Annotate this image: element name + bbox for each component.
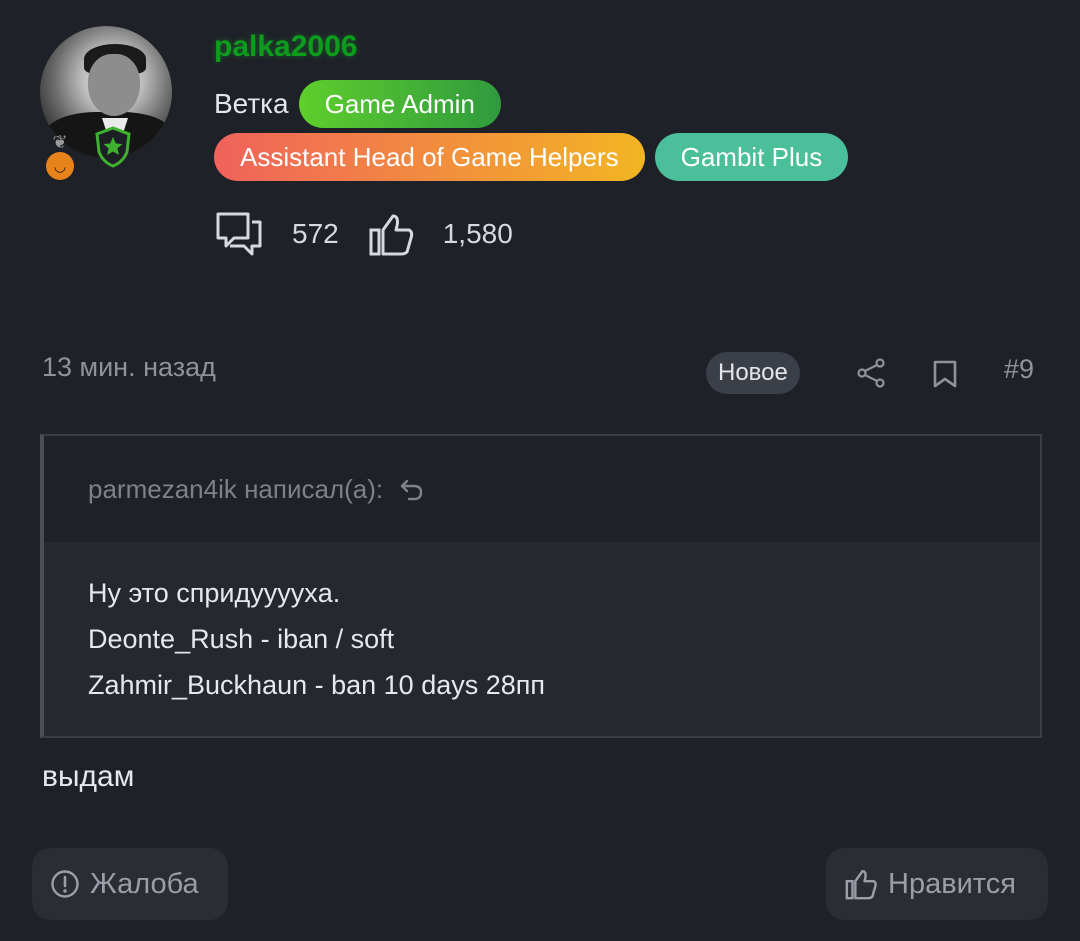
quote-line: Deonte_Rush - iban / soft bbox=[88, 624, 395, 654]
quote-author[interactable]: parmezan4ik написал(а): bbox=[88, 474, 383, 505]
ribbon-icon: ❦ bbox=[52, 132, 68, 152]
branch-label: Ветка bbox=[214, 88, 289, 119]
quote-block: parmezan4ik написал(а): Ну это спридуууу… bbox=[40, 434, 1042, 738]
role-badge-helpers: Assistant Head of Game Helpers bbox=[214, 133, 645, 181]
report-label: Жалоба bbox=[90, 867, 199, 900]
quote-header[interactable]: parmezan4ik написал(а): bbox=[44, 436, 1040, 542]
messages-icon bbox=[216, 212, 262, 256]
post-time[interactable]: 13 мин. назад bbox=[42, 352, 216, 383]
avatar-face bbox=[88, 54, 140, 116]
jump-to-quote-icon[interactable] bbox=[399, 477, 425, 501]
quote-body: Ну это спридуууухa. Deonte_Rush - iban /… bbox=[44, 542, 1040, 708]
role-badge-gambit: Gambit Plus bbox=[654, 133, 849, 181]
role-badge-game-admin: Game Admin bbox=[298, 80, 501, 128]
post-message: выдам bbox=[42, 760, 135, 793]
role-badges: Assistant Head of Game Helpers Gambit Pl… bbox=[214, 133, 849, 181]
likes-count: 1,580 bbox=[442, 218, 513, 249]
user-avatar-block[interactable]: ❦ ◡ bbox=[40, 26, 174, 186]
report-button[interactable]: Жалоба bbox=[32, 848, 228, 920]
thumbs-up-icon bbox=[369, 214, 413, 256]
share-icon[interactable] bbox=[856, 358, 886, 388]
quote-line: Ну это спридуууухa. bbox=[88, 578, 341, 608]
messages-count: 572 bbox=[292, 218, 339, 249]
new-badge: Новое bbox=[706, 352, 800, 394]
like-button[interactable]: Нравится bbox=[826, 848, 1048, 920]
quote-line: Zahmir_Buckhaun - ban 10 days 28пп bbox=[88, 670, 545, 700]
warning-circle-icon bbox=[51, 870, 79, 898]
post-number[interactable]: #9 bbox=[1004, 354, 1034, 385]
thumbs-up-icon bbox=[845, 870, 877, 900]
like-label: Нравится bbox=[888, 867, 1016, 900]
bookmark-icon[interactable] bbox=[932, 360, 958, 388]
shield-star-icon bbox=[95, 126, 131, 168]
role-line: Ветка Game Admin bbox=[214, 80, 501, 128]
user-stats: 572 1,580 bbox=[214, 210, 541, 258]
username[interactable]: palka2006 bbox=[214, 30, 357, 64]
pumpkin-icon: ◡ bbox=[46, 152, 74, 180]
